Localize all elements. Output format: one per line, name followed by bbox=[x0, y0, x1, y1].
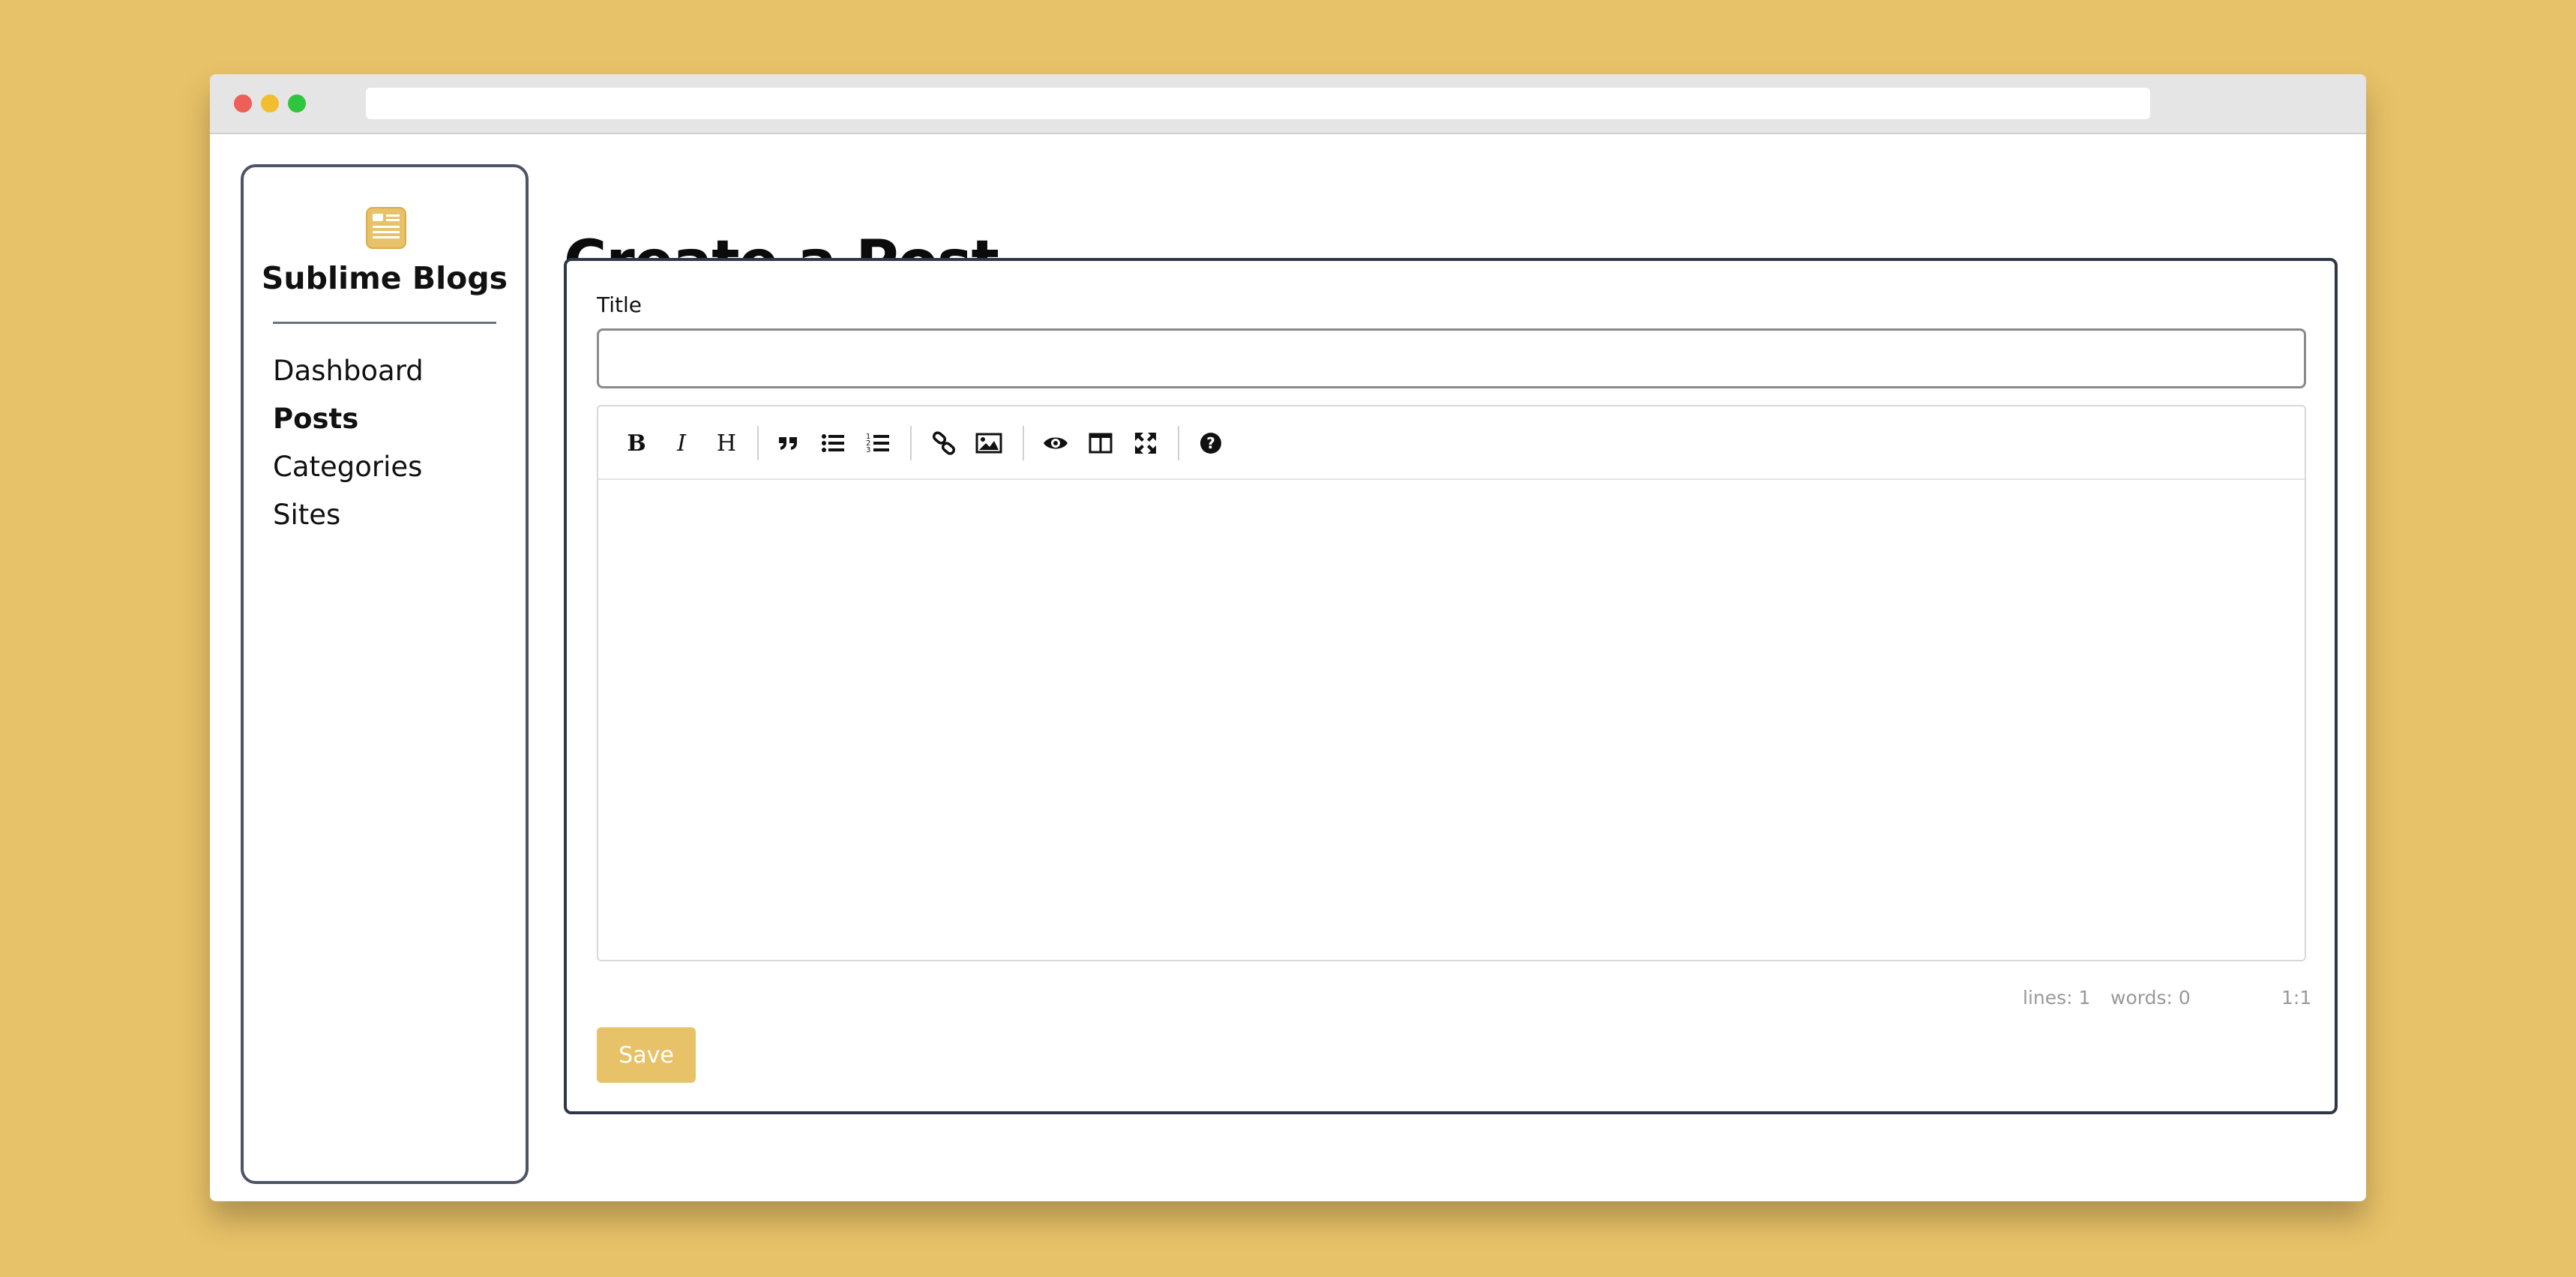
svg-text:B: B bbox=[627, 430, 645, 456]
italic-icon[interactable]: I bbox=[663, 425, 699, 461]
address-bar[interactable] bbox=[366, 88, 2150, 119]
brand-name: Sublime Blogs bbox=[261, 260, 508, 296]
side-by-side-icon[interactable] bbox=[1083, 425, 1119, 461]
status-cursor: 1:1 bbox=[2281, 987, 2312, 1009]
post-form-card: Title B I H 1 2 3 ? lines: 1 words: 0 1:… bbox=[564, 258, 2338, 1114]
sidebar-divider bbox=[273, 322, 496, 324]
fullscreen-icon[interactable] bbox=[1128, 425, 1164, 461]
close-window-button[interactable] bbox=[234, 94, 252, 112]
maximize-window-button[interactable] bbox=[288, 94, 306, 112]
sidebar: Sublime Blogs Dashboard Posts Categories… bbox=[241, 164, 529, 1184]
toolbar-separator bbox=[757, 426, 759, 460]
title-input[interactable] bbox=[597, 328, 2306, 388]
browser-window: Sublime Blogs Dashboard Posts Categories… bbox=[210, 74, 2366, 1201]
svg-text:H: H bbox=[717, 430, 736, 456]
svg-text:I: I bbox=[676, 430, 687, 456]
bold-icon[interactable]: B bbox=[619, 425, 654, 461]
quote-icon[interactable] bbox=[770, 425, 806, 461]
minimize-window-button[interactable] bbox=[261, 94, 279, 112]
preview-icon[interactable] bbox=[1038, 425, 1074, 461]
title-label: Title bbox=[597, 292, 643, 317]
ordered-list-icon[interactable]: 1 2 3 bbox=[860, 425, 896, 461]
editor-text-area[interactable] bbox=[598, 480, 2305, 961]
sidebar-nav: Dashboard Posts Categories Sites bbox=[273, 347, 424, 539]
save-button[interactable]: Save bbox=[597, 1027, 696, 1083]
link-icon[interactable] bbox=[926, 425, 962, 461]
toolbar-separator bbox=[1178, 426, 1179, 460]
newspaper-icon bbox=[366, 207, 406, 249]
svg-text:3: 3 bbox=[866, 446, 870, 454]
help-icon[interactable]: ? bbox=[1193, 425, 1229, 461]
svg-text:?: ? bbox=[1206, 434, 1215, 452]
unordered-list-icon[interactable] bbox=[815, 425, 851, 461]
heading-icon[interactable]: H bbox=[708, 425, 744, 461]
toolbar-separator bbox=[910, 426, 912, 460]
sidebar-item-posts[interactable]: Posts bbox=[273, 395, 424, 443]
status-lines: lines: 1 bbox=[2023, 987, 2091, 1009]
sidebar-item-dashboard[interactable]: Dashboard bbox=[273, 347, 424, 395]
sidebar-item-sites[interactable]: Sites bbox=[273, 491, 424, 539]
image-icon[interactable] bbox=[971, 425, 1007, 461]
browser-titlebar bbox=[210, 74, 2366, 134]
toolbar-separator bbox=[1023, 426, 1024, 460]
sidebar-item-categories[interactable]: Categories bbox=[273, 443, 424, 491]
status-words: words: 0 bbox=[2110, 987, 2191, 1009]
markdown-editor: B I H 1 2 3 ? bbox=[597, 405, 2306, 961]
editor-toolbar: B I H 1 2 3 ? bbox=[598, 406, 2305, 480]
